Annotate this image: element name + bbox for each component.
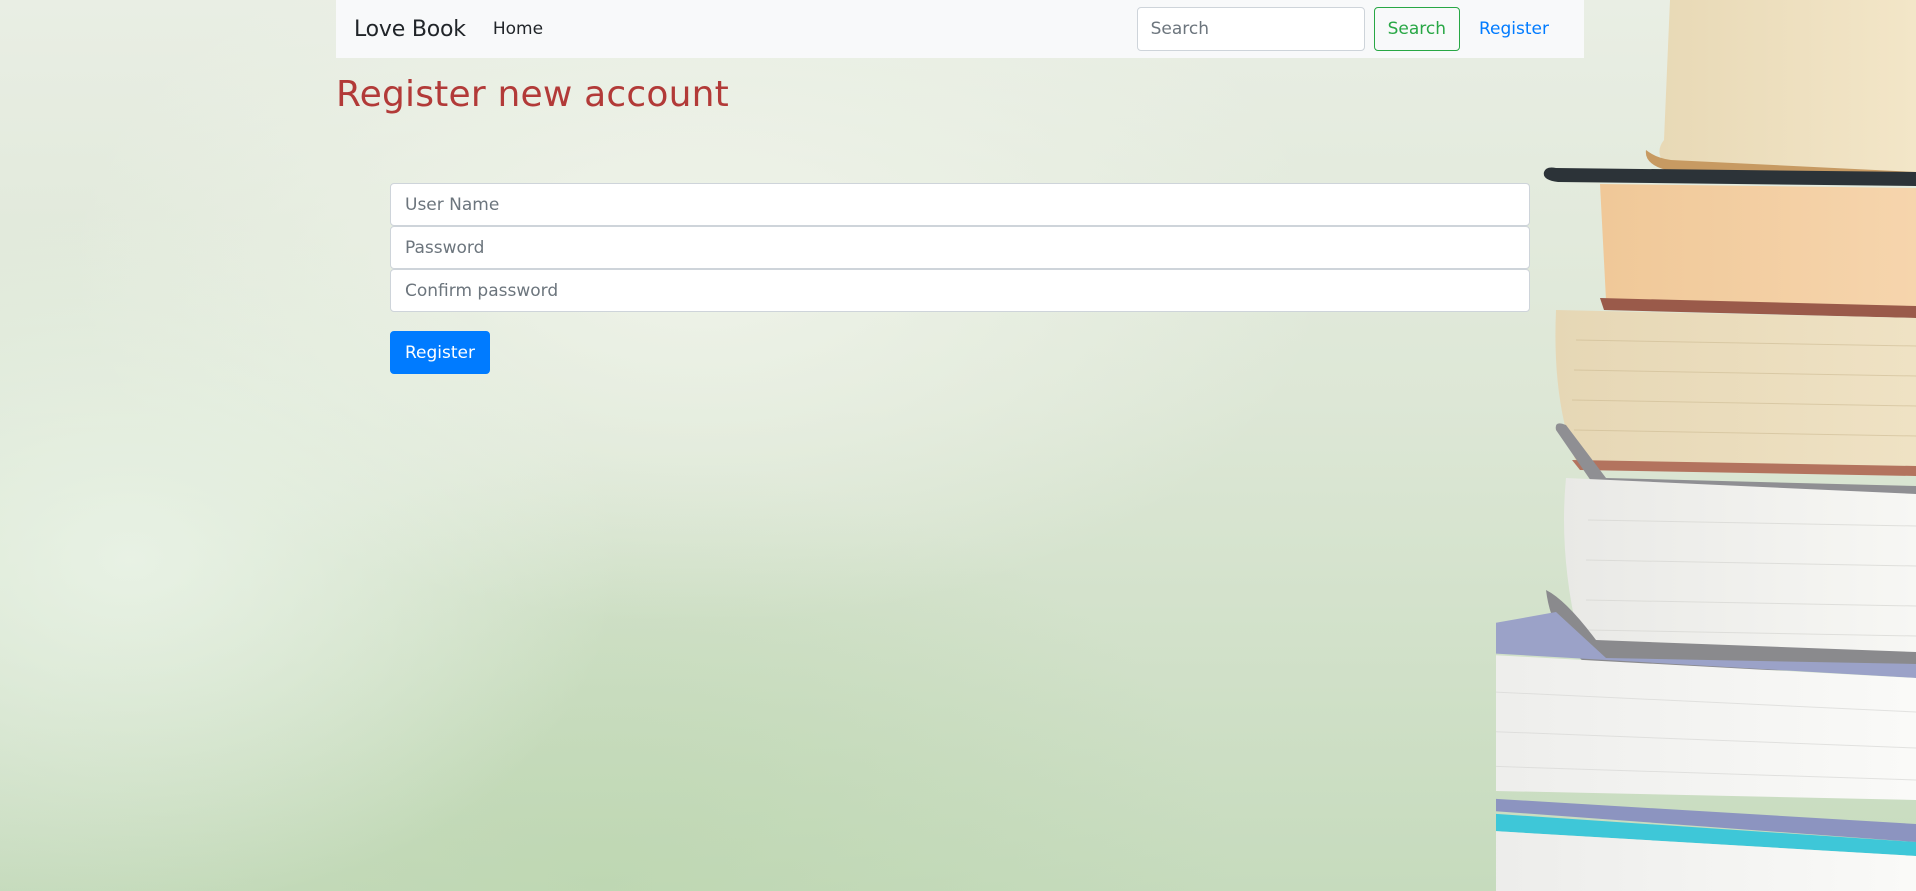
page-title: Register new account bbox=[336, 74, 729, 115]
brand-logo[interactable]: Love Book bbox=[354, 17, 466, 42]
username-field[interactable] bbox=[390, 183, 1530, 226]
navbar: Love Book Home Search Register bbox=[336, 0, 1584, 58]
nav-home-link[interactable]: Home bbox=[493, 19, 543, 39]
nav-register-link[interactable]: Register bbox=[1479, 19, 1549, 39]
register-submit-button[interactable]: Register bbox=[390, 331, 490, 374]
password-field[interactable] bbox=[390, 226, 1530, 269]
register-form: Register bbox=[390, 183, 1530, 374]
navbar-right: Search Register bbox=[1136, 7, 1566, 51]
search-input[interactable] bbox=[1136, 7, 1365, 51]
confirm-password-field[interactable] bbox=[390, 269, 1530, 312]
book-stack-image bbox=[1496, 0, 1916, 891]
search-button[interactable]: Search bbox=[1373, 7, 1460, 51]
